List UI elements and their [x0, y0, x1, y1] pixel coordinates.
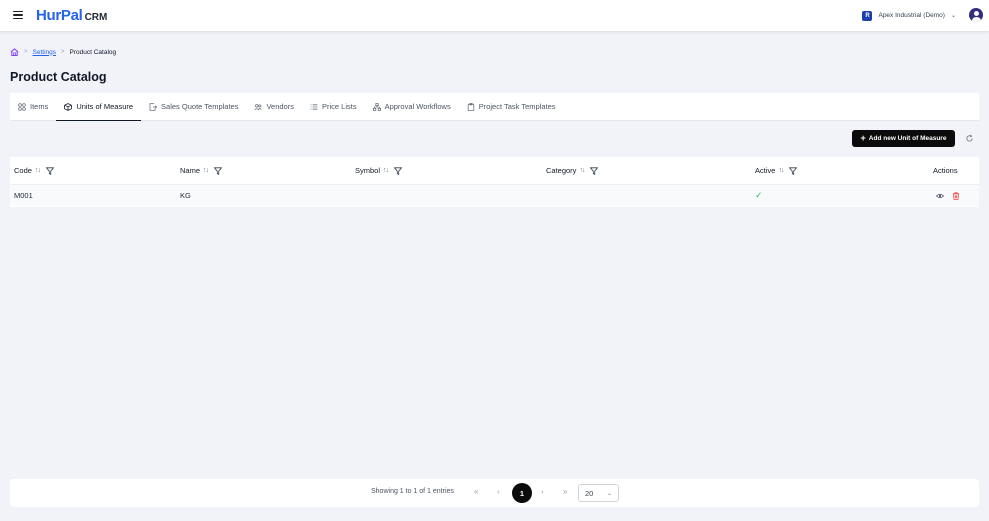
first-page-button[interactable]: « [474, 487, 478, 496]
cell-name: KG [180, 191, 191, 200]
chevron-down-icon: ⌄ [950, 13, 956, 19]
breadcrumb-settings-link[interactable]: Settings [33, 49, 57, 56]
page-size-value: 20 [585, 488, 594, 498]
page-1-button[interactable]: 1 [512, 483, 532, 503]
tab-label: Units of Measure [76, 102, 134, 111]
users-icon [254, 103, 263, 110]
tab-items[interactable]: Items [10, 93, 56, 120]
add-unit-of-measure-button[interactable]: + Add new Unit of Measure [852, 130, 955, 147]
page-title: Product Catalog [10, 70, 107, 84]
column-active: Active ↑↓ [755, 157, 798, 184]
app-logo[interactable]: HurPal CRM [36, 7, 107, 24]
organization-switcher[interactable]: R Apex Industrial (Demo) ⌄ [862, 9, 956, 22]
prev-page-button[interactable]: ‹ [497, 487, 500, 496]
logo-sub: CRM [84, 12, 108, 23]
org-badge: R [862, 10, 873, 21]
list-icon [310, 103, 318, 110]
column-actions: Actions [933, 157, 958, 184]
add-button-label: Add new Unit of Measure [868, 135, 947, 142]
breadcrumb-separator: > [24, 49, 28, 55]
column-category: Category ↑↓ [546, 157, 599, 184]
tab-label: Project Task Templates [478, 102, 556, 111]
filter-icon[interactable] [45, 166, 54, 175]
eye-icon[interactable] [936, 192, 944, 200]
pagination-bar: Showing 1 to 1 of 1 entries « ‹ 1 › » 20… [10, 479, 979, 507]
chevron-down-icon: ⌄ [606, 490, 612, 497]
next-page-button[interactable]: › [541, 487, 544, 496]
top-bar: HurPal CRM R Apex Industrial (Demo) ⌄ [0, 0, 989, 31]
tab-label: Price Lists [321, 102, 357, 111]
sort-icon[interactable]: ↑↓ [579, 167, 585, 174]
sort-icon[interactable]: ↑↓ [35, 167, 41, 174]
header-label: Symbol [355, 166, 381, 175]
tab-label: Items [30, 102, 49, 111]
cell-actions [936, 185, 960, 206]
filter-icon[interactable] [214, 166, 223, 175]
cell-active: ✓ [755, 185, 763, 206]
cell-code: M001 [14, 191, 33, 200]
sort-icon[interactable]: ↑↓ [778, 167, 784, 174]
workflow-icon [372, 102, 381, 111]
tab-bar: Items Units of Measure Sales Quote Templ… [10, 93, 979, 121]
sort-icon[interactable]: ↑↓ [203, 167, 209, 174]
header-label: Name [180, 166, 201, 175]
breadcrumb-current: Product Catalog [69, 48, 117, 56]
column-name: Name ↑↓ [180, 157, 223, 184]
refresh-icon[interactable] [965, 134, 974, 143]
tab-vendors[interactable]: Vendors [246, 93, 302, 120]
grid-icon [18, 102, 26, 111]
breadcrumb: > Settings > Product Catalog [10, 48, 116, 56]
units-table: Code ↑↓ Name ↑↓ Symbol ↑↓ Category ↑↓ Ac… [10, 157, 979, 207]
tab-sales-quote-templates[interactable]: Sales Quote Templates [141, 93, 246, 120]
last-page-button[interactable]: » [563, 487, 567, 496]
tab-approval-workflows[interactable]: Approval Workflows [365, 93, 459, 120]
breadcrumb-separator: > [61, 49, 65, 55]
filter-icon[interactable] [590, 166, 599, 175]
tab-units-of-measure[interactable]: Units of Measure [56, 93, 141, 121]
header-label: Actions [933, 166, 958, 175]
box-icon [64, 102, 73, 111]
menu-icon[interactable] [13, 11, 23, 19]
table-header: Code ↑↓ Name ↑↓ Symbol ↑↓ Category ↑↓ Ac… [10, 157, 979, 185]
header-label: Active [755, 166, 776, 175]
column-code: Code ↑↓ [14, 157, 54, 184]
logo-main: HurPal [36, 7, 83, 24]
pagination-summary: Showing 1 to 1 of 1 entries [371, 488, 454, 495]
header-label: Code [14, 166, 32, 175]
filter-icon[interactable] [394, 166, 403, 175]
tab-label: Sales Quote Templates [161, 102, 239, 111]
tab-label: Vendors [266, 102, 294, 111]
user-avatar[interactable] [969, 8, 983, 22]
page-size-select[interactable]: 20 ⌄ [578, 484, 619, 502]
file-export-icon [149, 102, 158, 111]
plus-icon: + [860, 133, 866, 143]
sort-icon[interactable]: ↑↓ [383, 167, 389, 174]
org-name: Apex Industrial (Demo) [878, 12, 945, 19]
tab-price-lists[interactable]: Price Lists [302, 93, 365, 120]
tab-project-task-templates[interactable]: Project Task Templates [459, 93, 564, 120]
header-label: Category [546, 166, 577, 175]
trash-icon[interactable] [952, 191, 960, 200]
clipboard-icon [467, 102, 474, 111]
check-icon: ✓ [755, 190, 763, 200]
tab-label: Approval Workflows [384, 102, 451, 111]
home-icon[interactable] [10, 48, 19, 56]
table-row[interactable]: M001 KG ✓ [10, 185, 979, 206]
filter-icon[interactable] [789, 166, 798, 175]
column-symbol: Symbol ↑↓ [355, 157, 403, 184]
